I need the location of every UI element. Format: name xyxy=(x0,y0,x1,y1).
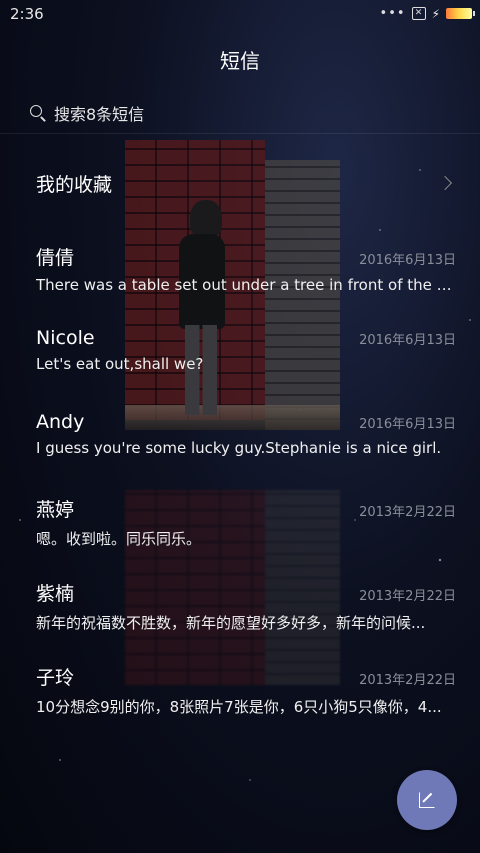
message-item[interactable]: 燕婷 2013年2月22日 嗯。收到啦。同乐同乐。 xyxy=(36,495,456,549)
message-item[interactable]: 子玲 2013年2月22日 10分想念9别的你，8张照片7张是你，6只小狗5只像… xyxy=(36,663,456,717)
message-item[interactable]: 倩倩 2016年6月13日 There was a table set out … xyxy=(36,243,456,294)
favorites-label: 我的收藏 xyxy=(36,173,113,196)
battery-icon xyxy=(446,8,475,19)
message-item[interactable]: Andy 2016年6月13日 I guess you're some luck… xyxy=(36,411,456,457)
message-item[interactable]: 紫楠 2013年2月22日 新年的祝福数不胜数，新年的愿望好多好多，新年的问候.… xyxy=(36,579,456,633)
search-bar[interactable]: 搜索8条短信 xyxy=(30,95,450,131)
message-sender: 紫楠 xyxy=(36,583,75,605)
search-input[interactable]: 搜索8条短信 xyxy=(54,101,144,125)
message-sender: 倩倩 xyxy=(36,247,75,269)
message-sender: Andy xyxy=(36,411,85,433)
message-item[interactable]: Nicole 2016年6月13日 Let's eat out,shall we… xyxy=(36,327,456,373)
message-date: 2013年2月22日 xyxy=(359,505,456,520)
message-preview: There was a table set out under a tree i… xyxy=(36,276,456,294)
compose-button[interactable] xyxy=(397,770,457,830)
message-date: 2016年6月13日 xyxy=(359,253,456,268)
compose-icon xyxy=(419,792,435,808)
x-box-icon: ✕ xyxy=(411,7,426,20)
message-preview: Let's eat out,shall we? xyxy=(36,355,204,373)
more-dots-icon: ••• xyxy=(379,6,406,21)
status-bar: 2:36 ••• ✕ ⚡ xyxy=(0,0,480,30)
message-preview: 新年的祝福数不胜数，新年的愿望好多好多，新年的问候... xyxy=(36,614,426,632)
message-date: 2013年2月22日 xyxy=(359,589,456,604)
page-title: 短信 xyxy=(220,49,260,73)
message-sender: 燕婷 xyxy=(36,499,75,521)
search-icon xyxy=(30,105,46,121)
message-date: 2016年6月13日 xyxy=(359,417,456,432)
hooded-figure xyxy=(165,200,235,415)
message-sender: Nicole xyxy=(36,327,95,349)
charging-bolt-icon: ⚡ xyxy=(431,6,440,21)
message-sender: 子玲 xyxy=(36,667,75,689)
favorites-item[interactable]: 我的收藏 xyxy=(36,165,456,201)
divider xyxy=(0,133,480,134)
chevron-right-icon xyxy=(437,175,453,191)
message-preview: 10分想念9别的你，8张照片7张是你，6只小狗5只像你，4... xyxy=(36,698,442,716)
message-preview: I guess you're some lucky guy.Stephanie … xyxy=(36,439,442,457)
message-preview: 嗯。收到啦。同乐同乐。 xyxy=(36,530,202,548)
status-time: 2:36 xyxy=(10,5,44,23)
message-date: 2013年2月22日 xyxy=(359,673,456,688)
message-date: 2016年6月13日 xyxy=(359,333,456,348)
